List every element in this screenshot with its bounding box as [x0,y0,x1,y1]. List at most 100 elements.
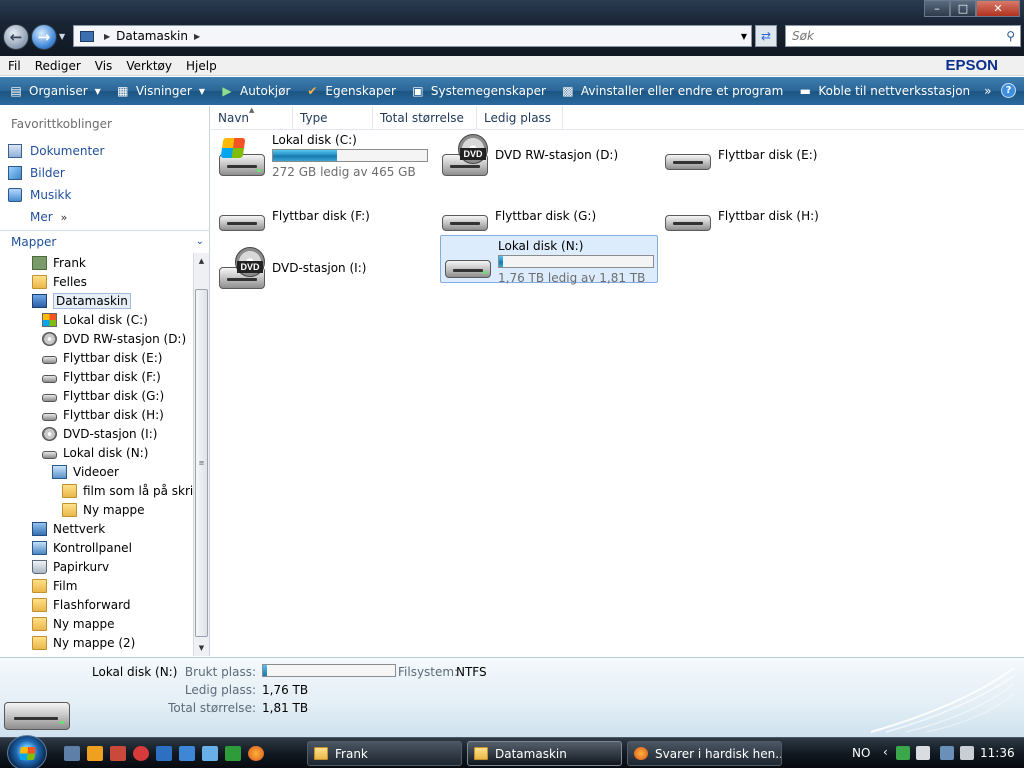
tree-item[interactable]: DVD RW-stasjon (D:) [0,329,193,348]
tree-item[interactable]: Flashforward [0,595,193,614]
tree-item[interactable]: Frank [0,253,193,272]
tree-item[interactable]: Lokal disk (N:) [0,443,193,462]
tree-item[interactable]: Nettverk [0,519,193,538]
hard-drive-icon [4,692,74,732]
scroll-up-arrow-icon[interactable]: ▲ [194,253,209,269]
start-button[interactable] [7,735,47,768]
internet-explorer-icon[interactable] [179,746,195,761]
map-network-drive-button[interactable]: ▬ Koble til nettverksstasjon [789,84,976,98]
chevron-down-icon[interactable]: ⌄ [196,236,204,247]
tree-item[interactable]: Flyttbar disk (E:) [0,348,193,367]
show-hidden-icons-icon[interactable]: ‹ [883,745,888,759]
favorite-documents[interactable]: Dokumenter [8,140,104,162]
tree-item[interactable]: Ny mappe [0,500,193,519]
column-type[interactable]: Type [293,106,373,130]
favorite-pictures[interactable]: Bilder [8,162,104,184]
drive-tile[interactable]: DVD DVD-stasjon (I:) [215,243,433,291]
close-button[interactable]: ✕ [976,0,1020,17]
column-total-size[interactable]: Total størrelse [373,106,477,130]
column-free-space[interactable]: Ledig plass [477,106,563,130]
menu-edit[interactable]: Rediger [27,59,87,73]
properties-button[interactable]: ✔ Egenskaper [296,84,401,98]
favorite-more[interactable]: Mer » [8,206,104,228]
menu-view[interactable]: Vis [87,59,119,73]
drive-tile[interactable]: Lokal disk (N:) 1,76 TB ledig av 1,81 TB [440,235,658,285]
back-button[interactable]: ← [3,24,29,50]
firefox-icon[interactable] [248,746,264,761]
drive-name: Lokal disk (N:) [498,239,584,253]
tree-item[interactable]: DVD-stasjon (I:) [0,424,193,443]
minimize-button[interactable]: – [924,0,950,17]
breadcrumb-computer[interactable]: Datamaskin [116,29,188,43]
organize-button[interactable]: ▤ Organiser ▼ [0,84,107,98]
volume-muted-icon[interactable] [960,746,974,760]
address-bar[interactable]: ▶ Datamaskin ▶ ▼ [73,25,752,47]
uninstall-program-button[interactable]: ▩ Avinstaller eller endre et program [552,84,789,98]
quicklaunch-app-icon[interactable] [133,746,149,761]
language-indicator[interactable]: NO [852,746,870,760]
tree-item[interactable]: Flyttbar disk (F:) [0,367,193,386]
tree-item[interactable]: Flyttbar disk (H:) [0,405,193,424]
tree-item[interactable]: Lokal disk (C:) [0,310,193,329]
more-commands-button[interactable]: » [976,84,997,98]
maximize-button[interactable]: □ [950,0,976,17]
tree-scrollbar[interactable]: ▲ ≡ ▼ [193,253,209,656]
quicklaunch-app-icon[interactable] [225,746,241,761]
drive-tile[interactable]: Flyttbar disk (G:) [438,191,656,239]
tree-item[interactable]: Datamaskin [0,291,193,310]
favorite-music[interactable]: Musikk [8,184,104,206]
search-input[interactable] [792,29,992,43]
taskbar-button-computer[interactable]: Datamaskin [467,741,622,766]
taskbar-button-frank[interactable]: Frank [307,741,462,766]
network-tray-icon[interactable] [940,746,954,760]
tree-item[interactable]: Felles [0,272,193,291]
quicklaunch-app-icon[interactable] [156,746,172,761]
tree-item-label: Felles [53,274,87,289]
views-button[interactable]: ▦ Visninger ▼ [107,84,211,98]
drive-tile[interactable]: Flyttbar disk (E:) [661,130,879,178]
taskbar-button-label: Frank [335,746,368,761]
breadcrumb-chevron-icon[interactable]: ▶ [194,32,200,41]
recycle-bin-icon [32,559,47,574]
menu-file[interactable]: Fil [0,59,27,73]
show-desktop-icon[interactable] [64,746,80,761]
search-box[interactable]: ⚲ [785,25,1021,47]
computer-icon [80,30,94,42]
used-space-bar [262,664,396,677]
drive-name: Flyttbar disk (G:) [495,209,597,223]
quicklaunch-app-icon[interactable] [202,746,218,761]
scroll-down-arrow-icon[interactable]: ▼ [194,640,209,656]
menu-help[interactable]: Hjelp [178,59,223,73]
folders-header[interactable]: Mapper ⌄ [0,230,210,252]
drive-tile[interactable]: Flyttbar disk (F:) [215,191,433,239]
uninstall-label: Avinstaller eller endre et program [580,84,784,98]
tree-item[interactable]: Flyttbar disk (G:) [0,386,193,405]
refresh-button[interactable]: ⇄ [755,25,777,47]
security-tray-icon[interactable] [896,746,910,760]
tray-app-icon[interactable] [916,746,930,760]
drive-tile[interactable]: DVD DVD RW-stasjon (D:) [438,130,656,178]
tree-item[interactable]: Ny mappe [0,614,193,633]
tree-item[interactable]: Videoer [0,462,193,481]
address-dropdown-icon[interactable]: ▼ [741,32,747,41]
autoplay-button[interactable]: ▶ Autokjør [211,84,296,98]
breadcrumb-chevron-icon[interactable]: ▶ [104,32,110,41]
tree-item[interactable]: film som lå på skrivebordet [0,481,193,500]
tree-item[interactable]: Kontrollpanel [0,538,193,557]
taskbar-button-firefox[interactable]: Svarer i hardisk hen... [627,741,782,766]
system-properties-button[interactable]: ▣ Systemegenskaper [402,84,552,98]
recent-pages-dropdown-icon[interactable]: ▼ [59,32,65,41]
tree-item[interactable]: Film [0,576,193,595]
menu-tools[interactable]: Verktøy [118,59,178,73]
scroll-thumb[interactable]: ≡ [195,289,208,637]
media-player-icon[interactable] [87,746,103,761]
clock[interactable]: 11:36 [980,746,1015,760]
drive-tile[interactable]: Flyttbar disk (H:) [661,191,879,239]
forward-button[interactable]: → [31,24,57,50]
drive-tile[interactable]: Lokal disk (C:) 272 GB ledig av 465 GB [215,130,433,179]
tree-item[interactable]: Ny mappe (2) [0,633,193,652]
quicklaunch-app-icon[interactable] [110,746,126,761]
tree-item[interactable]: Papirkurv [0,557,193,576]
search-icon[interactable]: ⚲ [1006,29,1015,43]
help-icon[interactable]: ? [1001,83,1016,98]
